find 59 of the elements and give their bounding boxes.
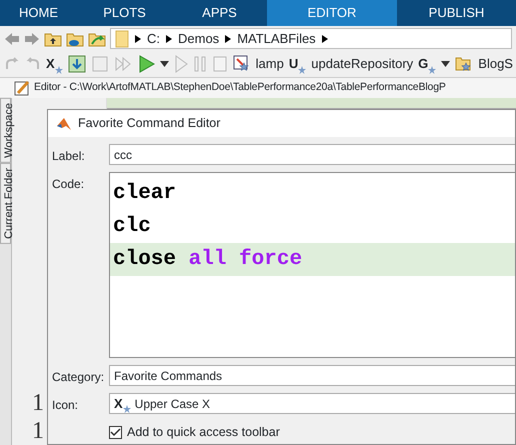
- favorite-button[interactable]: X: [46, 54, 63, 74]
- back-icon[interactable]: [4, 32, 20, 46]
- favorite-command-label[interactable]: lamp: [256, 54, 284, 74]
- favorite-button[interactable]: U: [288, 54, 306, 74]
- folder-up-icon[interactable]: [44, 30, 62, 46]
- caret-icon[interactable]: [441, 61, 450, 67]
- dialog-title: Favorite Command Editor: [78, 115, 220, 132]
- play-icon[interactable]: [174, 55, 188, 73]
- run-icon[interactable]: [136, 55, 155, 73]
- address-field[interactable]: C: Demos MATLABFiles: [110, 28, 512, 49]
- caret-icon: [225, 34, 232, 42]
- favorite-button[interactable]: G: [418, 54, 436, 74]
- x-star-icon: X: [114, 394, 131, 414]
- caret-icon: [322, 34, 328, 42]
- side-tab[interactable]: Current Folder: [0, 162, 11, 244]
- caret-icon[interactable]: [160, 61, 169, 67]
- script-icon[interactable]: [232, 55, 251, 73]
- star-icon: [122, 405, 131, 414]
- category-field[interactable]: Favorite Commands: [109, 365, 515, 386]
- star-icon: [54, 66, 63, 74]
- undo-icon[interactable]: [25, 56, 41, 72]
- ribbon-tab[interactable]: APPS: [172, 0, 267, 26]
- ribbon-tab[interactable]: PLOTS: [77, 0, 172, 26]
- label-field[interactable]: ccc: [109, 144, 515, 165]
- line-number: 1: [32, 389, 44, 417]
- pause-icon[interactable]: [192, 55, 207, 73]
- fast-forward-icon[interactable]: [114, 56, 132, 72]
- folder-icon: [115, 30, 129, 48]
- checkbox-label: Add to quick access toolbar: [127, 424, 280, 441]
- favorite-command-label[interactable]: updateRepository: [311, 54, 414, 74]
- ribbon-tab[interactable]: EDITOR: [267, 0, 397, 26]
- folder-icon[interactable]: [455, 55, 474, 73]
- page-icon[interactable]: [212, 55, 228, 73]
- field-label: Icon:: [52, 397, 80, 414]
- star-icon: [428, 66, 436, 74]
- ribbon-tab[interactable]: PUBLISH: [397, 0, 516, 26]
- icon-field[interactable]: X Upper Case X: [109, 393, 515, 414]
- folder-arrow-icon[interactable]: [88, 30, 106, 46]
- field-label: Category:: [52, 369, 106, 386]
- caret-icon: [135, 34, 141, 42]
- path-segment[interactable]: Demos: [178, 28, 220, 48]
- redo-icon[interactable]: [4, 56, 20, 72]
- caret-icon: [166, 34, 172, 42]
- icon-name: Upper Case X: [134, 396, 210, 412]
- path-segment[interactable]: MATLABFiles: [237, 28, 316, 48]
- code-line: clc: [112, 214, 152, 240]
- line-number: 1: [32, 417, 44, 445]
- ribbon-tab[interactable]: HOME: [0, 0, 77, 26]
- editor-title: Editor - C:\Work\ArtofMATLAB\StephenDoe\TablePerformance20a\TablePerformanceBlogP: [34, 80, 446, 96]
- forward-icon[interactable]: [24, 32, 40, 46]
- code-line: clear: [112, 181, 178, 207]
- code-field[interactable]: clear clc close all force: [109, 172, 515, 358]
- star-icon: [298, 66, 306, 74]
- import-icon[interactable]: [68, 55, 86, 73]
- field-label: Code:: [52, 176, 86, 193]
- field-label: Label:: [52, 148, 86, 165]
- favorite-command-label[interactable]: BlogS: [478, 54, 513, 74]
- path-segment[interactable]: C:: [147, 28, 160, 48]
- checkbox[interactable]: [109, 426, 122, 439]
